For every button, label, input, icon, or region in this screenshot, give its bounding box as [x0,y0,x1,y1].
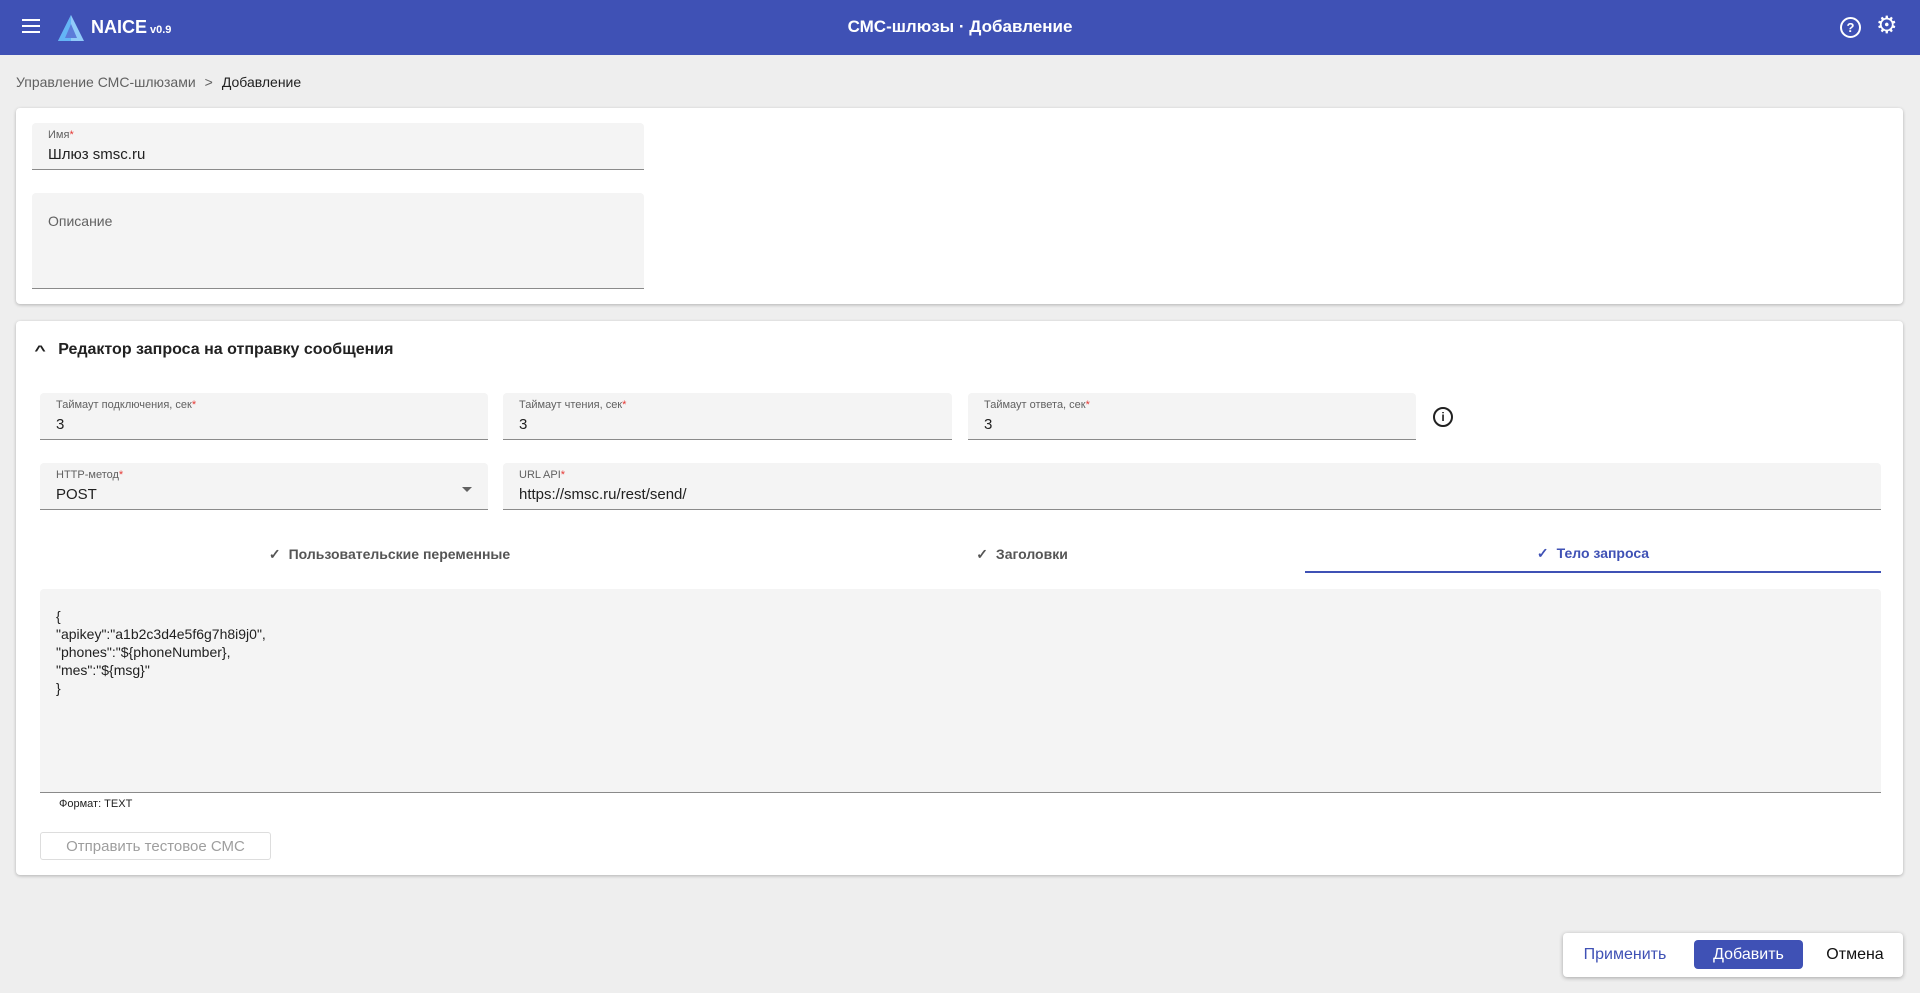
response-timeout-field[interactable]: Таймаут ответа, сек* 3 [968,393,1416,440]
url-api-label: URL API* [519,469,566,481]
accordion-header[interactable]: ^ Редактор запроса на отправку сообщения [34,341,394,359]
tab-label: Заголовки [995,546,1068,562]
description-field[interactable]: Описание [32,193,644,289]
read-timeout-field[interactable]: Таймаут чтения, сек* 3 [503,393,952,440]
check-icon: ✓ [268,545,281,562]
check-icon: ✓ [976,545,988,562]
action-bar: Применить Добавить Отмена [1563,933,1903,977]
url-api-field[interactable]: URL API* https://smsc.ru/rest/send/ [503,463,1881,510]
connect-timeout-field[interactable]: Таймаут подключения, сек* 3 [40,393,488,440]
apply-button[interactable]: Применить [1575,940,1675,969]
tab-request-body[interactable]: ✓ Тело запроса [1305,535,1881,573]
chevron-up-icon: ^ [34,342,46,358]
http-method-value: POST [56,486,97,503]
top-app-bar: NAICE v0.9 СМС-шлюзы · Добавление ? ⚙ [0,0,1920,55]
tab-headers[interactable]: ✓ Заголовки [739,535,1305,573]
read-timeout-value: 3 [519,416,528,433]
cancel-button[interactable]: Отмена [1815,940,1895,969]
check-icon: ✓ [1536,544,1549,561]
info-icon[interactable]: i [1433,407,1453,427]
http-method-label: HTTP-метод* [56,469,124,481]
name-value: Шлюз smsc.ru [48,146,146,163]
name-label: Имя* [48,129,74,141]
read-timeout-label: Таймаут чтения, сек* [519,399,627,411]
accordion-title: Редактор запроса на отправку сообщения [58,341,394,358]
help-icon[interactable]: ? [1840,17,1861,38]
dropdown-arrow-icon [462,487,472,492]
tab-label: Пользовательские переменные [288,546,511,562]
general-card: Имя* Шлюз smsc.ru Описание [16,108,1903,304]
breadcrumb-separator: > [204,74,213,90]
gear-icon[interactable]: ⚙ [1876,14,1898,38]
request-body-textarea[interactable]: { "apikey":"a1b2c3d4e5f6g7h8i9j0", "phon… [40,589,1881,793]
url-api-value: https://smsc.ru/rest/send/ [519,486,687,503]
response-timeout-value: 3 [984,416,993,433]
request-tabs: ✓ Пользовательские переменные ✓ Заголовки … [40,535,1881,573]
description-placeholder: Описание [48,213,113,229]
add-button[interactable]: Добавить [1694,940,1803,969]
breadcrumb-current: Добавление [221,74,302,90]
breadcrumb-parent[interactable]: Управление СМС-шлюзами [16,74,196,90]
tab-label: Тело запроса [1556,545,1650,561]
connect-timeout-label: Таймаут подключения, сек* [56,399,197,411]
connect-timeout-value: 3 [56,416,65,433]
send-test-sms-button[interactable]: Отправить тестовое СМС [40,832,271,860]
page-title: СМС-шлюзы · Добавление [847,17,1073,36]
http-method-select[interactable]: HTTP-метод* POST [40,463,488,510]
format-hint: Формат: TEXT [59,798,133,810]
breadcrumb: Управление СМС-шлюзами > Добавление [16,74,301,90]
request-editor-card: ^ Редактор запроса на отправку сообщения… [16,321,1903,875]
tab-user-variables[interactable]: ✓ Пользовательские переменные [40,535,739,573]
name-field[interactable]: Имя* Шлюз smsc.ru [32,123,644,170]
response-timeout-label: Таймаут ответа, сек* [984,399,1090,411]
